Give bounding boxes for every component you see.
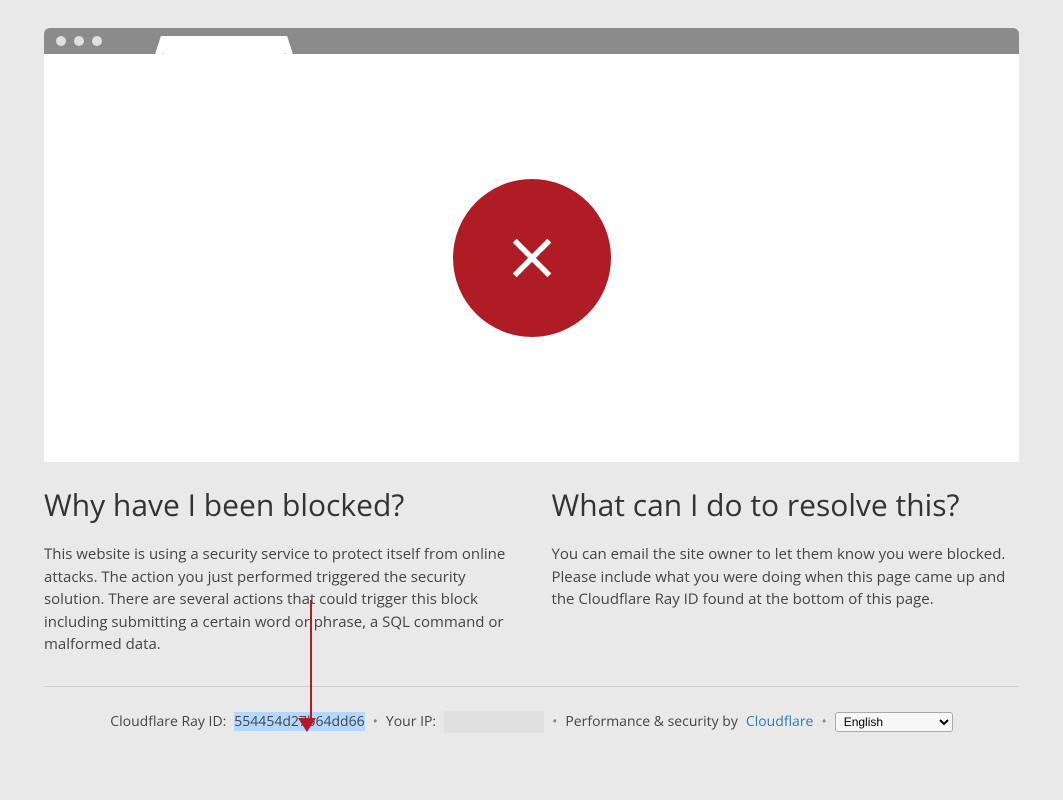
window-dot xyxy=(74,36,84,46)
separator-dot: • xyxy=(821,712,826,731)
error-icon xyxy=(453,179,611,337)
ray-id-label: Cloudflare Ray ID: xyxy=(110,712,226,731)
perf-security-label: Performance & security by xyxy=(565,712,738,731)
browser-chrome-bar xyxy=(44,28,1019,54)
right-column: What can I do to resolve this? You can e… xyxy=(552,484,1020,656)
hero-panel xyxy=(44,54,1019,462)
your-ip-label: Your IP: xyxy=(386,712,436,731)
cloudflare-link[interactable]: Cloudflare xyxy=(746,712,814,731)
window-dot xyxy=(92,36,102,46)
window-controls xyxy=(56,36,102,46)
left-column: Why have I been blocked? This website is… xyxy=(44,484,512,656)
ray-id-value: 554454d27b64dd66 xyxy=(234,712,364,731)
blocked-body: This website is using a security service… xyxy=(44,543,512,656)
ip-placeholder xyxy=(444,711,544,733)
separator-dot: • xyxy=(373,712,378,731)
browser-tab[interactable] xyxy=(164,36,284,54)
resolve-body: You can email the site owner to let them… xyxy=(552,543,1020,611)
separator-dot: • xyxy=(552,712,557,731)
language-select[interactable]: English xyxy=(835,712,953,732)
blocked-heading: Why have I been blocked? xyxy=(44,484,512,525)
footer: Cloudflare Ray ID: 554454d27b64dd66 • Yo… xyxy=(44,711,1019,733)
close-x-icon xyxy=(499,225,565,291)
window-dot xyxy=(56,36,66,46)
resolve-heading: What can I do to resolve this? xyxy=(552,484,1020,525)
footer-separator xyxy=(44,686,1019,687)
